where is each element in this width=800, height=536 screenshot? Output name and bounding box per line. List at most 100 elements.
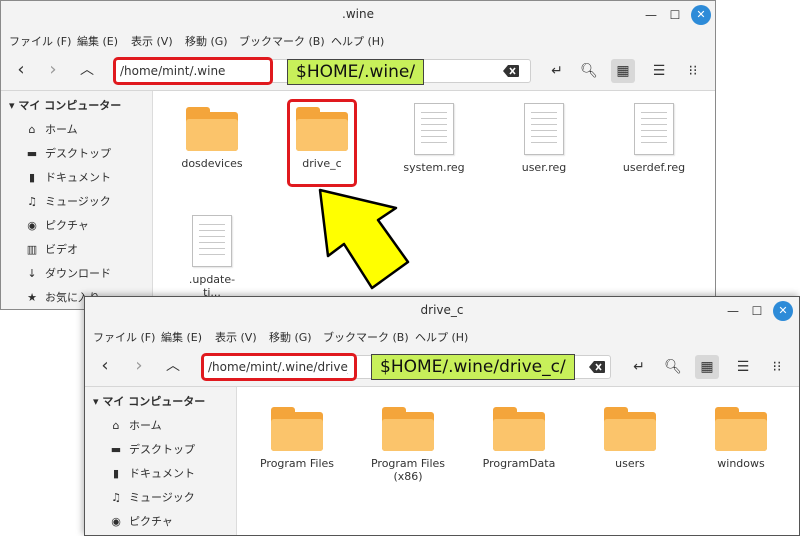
sidebar-item-desktop[interactable]: ▬ デスクトップ xyxy=(25,145,111,161)
search-icon: 🔍︎ xyxy=(580,63,598,79)
menu-go[interactable]: 移動 (G) xyxy=(185,33,228,49)
path-highlight xyxy=(201,353,357,381)
chevron-left-icon: ‹ xyxy=(17,59,25,80)
sidebar-item-desktop[interactable]: ▬ デスクトップ xyxy=(109,441,195,457)
sidebar-item-home[interactable]: ⌂ ホーム xyxy=(25,121,78,137)
menu-edit[interactable]: 編集 (E) xyxy=(161,329,202,345)
file-manager-window-drive-c: drive_c — ☐ ✕ ファイル (F) 編集 (E) 表示 (V) 移動 … xyxy=(84,296,800,536)
minimize-button[interactable]: — xyxy=(641,5,661,25)
toggle-location-button[interactable]: ↵ xyxy=(627,355,651,379)
menu-bar: ファイル (F) 編集 (E) 表示 (V) 移動 (G) ブックマーク (B)… xyxy=(1,29,715,51)
sidebar-item-videos[interactable]: ▥ ビデオ xyxy=(25,241,78,257)
chevron-left-icon: ‹ xyxy=(101,355,109,376)
text-file-icon xyxy=(524,103,564,155)
menu-help[interactable]: ヘルプ (H) xyxy=(331,33,384,49)
sidebar-item-pictures[interactable]: ◉ ピクチャ xyxy=(25,217,89,233)
search-button[interactable]: 🔍︎ xyxy=(661,355,685,379)
menu-bar: ファイル (F) 編集 (E) 表示 (V) 移動 (G) ブックマーク (B)… xyxy=(85,325,799,347)
folder-icon xyxy=(493,407,545,451)
file-item[interactable]: userdef.reg xyxy=(609,103,699,174)
return-arrow-icon: ↵ xyxy=(551,63,563,79)
folder-icon xyxy=(382,407,434,451)
desktop-icon: ▬ xyxy=(26,147,38,160)
file-item[interactable]: ProgramData xyxy=(474,407,564,470)
menu-go[interactable]: 移動 (G) xyxy=(269,329,312,345)
sidebar-item-documents[interactable]: ▮ ドキュメント xyxy=(109,465,195,481)
search-button[interactable]: 🔍︎ xyxy=(577,59,601,83)
desktop-icon: ▬ xyxy=(110,443,122,456)
close-button[interactable]: ✕ xyxy=(691,5,711,25)
sidebar-item-home[interactable]: ⌂ ホーム xyxy=(109,417,162,433)
compact-view-button[interactable]: ⁝⁝ xyxy=(765,355,789,379)
up-button[interactable]: ︿ xyxy=(161,355,185,379)
menu-view[interactable]: 表示 (V) xyxy=(215,329,257,345)
sidebar: ▾ マイ コンピューター ⌂ ホーム ▬ デスクトップ ▮ ドキュメント ♫ ミュージッ… xyxy=(1,91,153,309)
sidebar-item-documents[interactable]: ▮ ドキュメント xyxy=(25,169,111,185)
compact-icon: ⁝⁝ xyxy=(772,359,782,375)
list-icon: ☰ xyxy=(652,63,666,79)
list-view-button[interactable]: ☰ xyxy=(731,355,755,379)
text-file-icon xyxy=(414,103,454,155)
file-item[interactable]: dosdevices xyxy=(167,107,257,170)
document-icon: ▮ xyxy=(28,171,36,184)
window-title: .wine xyxy=(342,7,374,21)
chevron-right-icon: › xyxy=(49,59,57,80)
file-item[interactable]: .update- ti... xyxy=(167,215,257,299)
list-icon: ☰ xyxy=(736,359,750,375)
icon-view-button[interactable]: ▦ xyxy=(611,59,635,83)
maximize-button[interactable]: ☐ xyxy=(665,5,685,25)
back-button[interactable]: ‹ xyxy=(93,355,117,379)
menu-help[interactable]: ヘルプ (H) xyxy=(415,329,468,345)
chevron-up-icon: ︿ xyxy=(80,62,94,78)
sidebar-item-downloads[interactable]: ↓ ダウンロード xyxy=(25,265,111,281)
up-button[interactable]: ︿ xyxy=(75,59,99,83)
chevron-right-icon: › xyxy=(135,355,143,376)
maximize-button[interactable]: ☐ xyxy=(747,301,767,321)
home-icon: ⌂ xyxy=(112,419,120,432)
forward-button[interactable]: › xyxy=(41,59,65,83)
toggle-location-button[interactable]: ↵ xyxy=(545,59,569,83)
clear-path-icon[interactable] xyxy=(503,65,519,77)
sidebar: ▾ マイ コンピューター ⌂ ホーム ▬ デスクトップ ▮ ドキュメント ♫ ミュージッ… xyxy=(85,387,237,535)
icon-view-button[interactable]: ▦ xyxy=(695,355,719,379)
star-icon: ★ xyxy=(27,291,37,304)
minimize-button[interactable]: — xyxy=(723,301,743,321)
text-file-icon xyxy=(192,215,232,267)
path-callout: $HOME/.wine/drive_c/ xyxy=(371,354,575,380)
menu-file[interactable]: ファイル (F) xyxy=(93,329,155,345)
music-icon: ♫ xyxy=(27,195,37,208)
menu-bookmarks[interactable]: ブックマーク (B) xyxy=(323,329,409,345)
sidebar-header[interactable]: ▾ マイ コンピューター xyxy=(9,97,121,113)
title-bar[interactable]: .wine — ☐ ✕ xyxy=(1,1,715,29)
sidebar-header[interactable]: ▾ マイ コンピューター xyxy=(93,393,205,409)
menu-edit[interactable]: 編集 (E) xyxy=(77,33,118,49)
download-icon: ↓ xyxy=(27,267,37,280)
text-file-icon xyxy=(634,103,674,155)
search-icon: 🔍︎ xyxy=(664,359,682,375)
home-icon: ⌂ xyxy=(28,123,36,136)
title-bar[interactable]: drive_c — ☐ ✕ xyxy=(85,297,799,325)
sidebar-item-music[interactable]: ♫ ミュージック xyxy=(109,489,195,505)
list-view-button[interactable]: ☰ xyxy=(647,59,671,83)
menu-bookmarks[interactable]: ブックマーク (B) xyxy=(239,33,325,49)
window-title: drive_c xyxy=(420,303,464,317)
folder-icon xyxy=(186,107,238,151)
folder-icon xyxy=(715,407,767,451)
chevron-up-icon: ︿ xyxy=(166,358,180,374)
forward-button[interactable]: › xyxy=(127,355,151,379)
clear-path-icon[interactable] xyxy=(589,361,605,373)
menu-file[interactable]: ファイル (F) xyxy=(9,33,71,49)
compact-view-button[interactable]: ⁝⁝ xyxy=(681,59,705,83)
close-button[interactable]: ✕ xyxy=(773,301,793,321)
film-icon: ▥ xyxy=(26,243,38,256)
grid-icon: ▦ xyxy=(616,63,630,79)
file-item[interactable]: Program Files (x86) xyxy=(363,407,453,483)
sidebar-item-pictures[interactable]: ◉ ピクチャ xyxy=(109,513,173,529)
file-item[interactable]: windows xyxy=(696,407,786,470)
file-item[interactable]: Program Files xyxy=(252,407,342,470)
file-item[interactable]: user.reg xyxy=(499,103,589,174)
back-button[interactable]: ‹ xyxy=(9,59,33,83)
menu-view[interactable]: 表示 (V) xyxy=(131,33,173,49)
sidebar-item-music[interactable]: ♫ ミュージック xyxy=(25,193,111,209)
file-item[interactable]: users xyxy=(585,407,675,470)
